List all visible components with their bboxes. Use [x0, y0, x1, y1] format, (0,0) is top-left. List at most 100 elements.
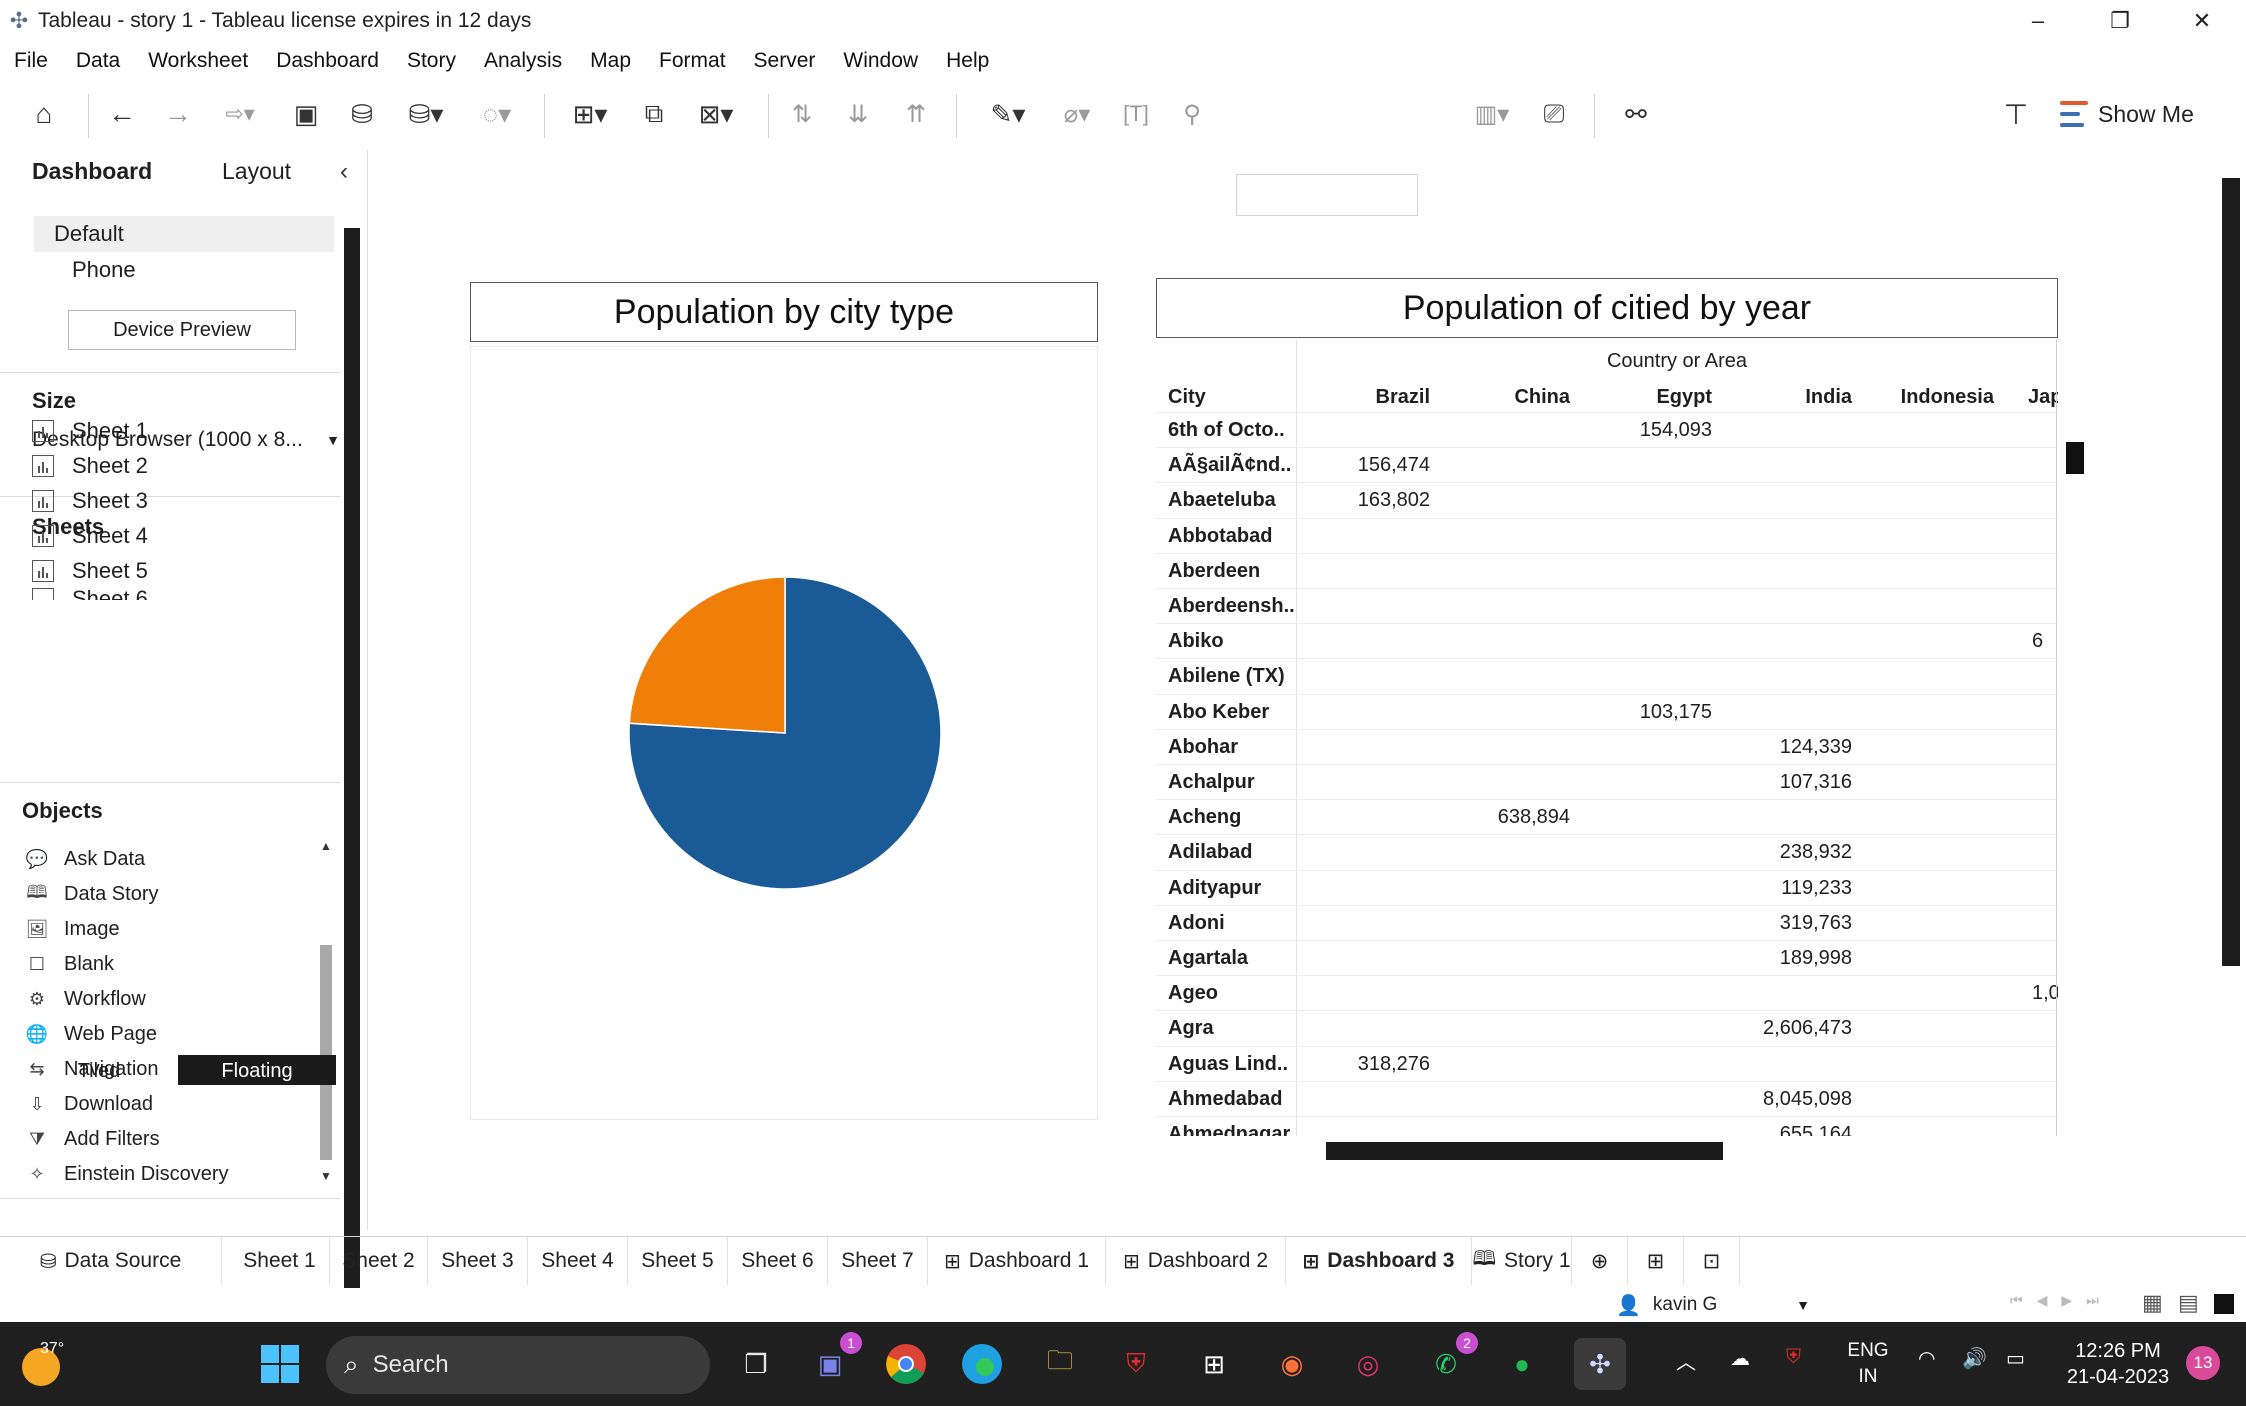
tab-sheet-2[interactable]: Sheet 2 [330, 1237, 428, 1285]
grid-view-icon[interactable]: ▦ [2142, 1290, 2163, 1316]
tab-sheet-1[interactable]: Sheet 1 [230, 1237, 330, 1285]
chrome-icon[interactable] [880, 1338, 932, 1390]
sort-descending-icon[interactable]: ⇈ [894, 92, 938, 136]
population-cell[interactable]: 1,0 [2032, 982, 2058, 1005]
mcafee-icon[interactable]: ⛨ [1110, 1338, 1162, 1390]
back-arrow-icon[interactable]: ← [100, 92, 144, 136]
edge-icon[interactable] [956, 1338, 1008, 1390]
new-worksheet-icon[interactable]: ⊞▾ [558, 92, 622, 136]
scroll-down-icon[interactable]: ▼ [318, 1169, 334, 1183]
population-cell[interactable]: 107,316 [1780, 771, 1852, 794]
menu-story[interactable]: Story [407, 49, 456, 73]
population-cell[interactable]: 189,998 [1780, 947, 1852, 970]
table-row[interactable]: Ahmednagar 655,164 [1156, 1116, 2058, 1136]
tiled-button[interactable]: Tiled [20, 1055, 178, 1085]
menu-map[interactable]: Map [590, 49, 631, 73]
table-row[interactable]: Abo Keber 103,175 [1156, 693, 2058, 729]
taskbar-search[interactable]: ⌕ Search [326, 1336, 710, 1394]
table-row[interactable]: Adityapur 119,233 [1156, 869, 2058, 905]
device-default[interactable]: Default [34, 216, 334, 252]
dashboard-vertical-scrollbar[interactable] [2222, 178, 2240, 966]
table-row[interactable]: Agra 2,606,473 [1156, 1010, 2058, 1045]
menu-file[interactable]: File [14, 49, 48, 73]
forward-arrow-icon[interactable]: → [156, 92, 200, 136]
population-cell[interactable]: 119,233 [1781, 877, 1852, 900]
table-row[interactable]: Adoni 319,763 [1156, 904, 2058, 940]
task-view-icon[interactable]: ❐ [730, 1338, 782, 1390]
sheet-item[interactable]: Sheet 1 [32, 413, 332, 448]
presentation-mode-icon[interactable]: ⎚ [1532, 92, 1576, 136]
sheet-item-partial[interactable]: Sheet 6 [32, 588, 192, 600]
battery-icon[interactable]: ▭ [2006, 1346, 2025, 1371]
whatsapp-icon[interactable]: ✆ 2 [1420, 1332, 1478, 1390]
table-row[interactable]: Abohar 124,339 [1156, 728, 2058, 764]
column-header-japan[interactable]: Japan [2028, 386, 2058, 409]
new-dashboard-tab-icon[interactable]: ⊞ [1628, 1237, 1684, 1285]
menu-data[interactable]: Data [76, 49, 120, 73]
object-data-story[interactable]: 🕮 Data Story [24, 877, 324, 912]
tab-dashboard[interactable]: Dashboard [32, 158, 152, 185]
population-cell[interactable]: 163,802 [1358, 489, 1430, 512]
fit-dropdown[interactable] [1236, 174, 1418, 216]
population-cell[interactable]: 156,474 [1358, 454, 1430, 477]
device-preview-button[interactable]: Device Preview [68, 310, 296, 350]
population-cell[interactable]: 638,894 [1498, 806, 1570, 829]
population-cell[interactable]: 8,045,098 [1763, 1088, 1852, 1111]
crosstab-scroll-thumb[interactable] [2066, 442, 2084, 474]
crosstab-horizontal-scrollbar[interactable] [1326, 1142, 1723, 1160]
spotify-icon[interactable]: ● [1496, 1338, 1548, 1390]
instagram-icon[interactable]: ◎ [1342, 1338, 1394, 1390]
column-header-indonesia[interactable]: Indonesia [1901, 386, 1994, 409]
highlight-icon[interactable]: ✎▾ [976, 92, 1040, 136]
tab-dashboard-1[interactable]: ⊞ Dashboard 1 [928, 1237, 1106, 1285]
pause-updates-icon[interactable]: ⛁▾ [396, 92, 456, 136]
language-indicator[interactable]: ENG IN [1844, 1338, 1892, 1390]
menu-analysis[interactable]: Analysis [484, 49, 562, 73]
wifi-icon[interactable]: ◠ [1918, 1346, 1935, 1371]
show-cards-icon[interactable]: ▥▾ [1460, 92, 1524, 136]
row-header-city[interactable]: City [1168, 386, 1206, 409]
tab-sheet-3[interactable]: Sheet 3 [428, 1237, 528, 1285]
population-cell[interactable]: 319,763 [1780, 912, 1852, 935]
menu-worksheet[interactable]: Worksheet [148, 49, 248, 73]
share-icon[interactable]: ⚯ [1614, 92, 1658, 136]
clock[interactable]: 12:26 PM 21-04-2023 [2058, 1338, 2178, 1390]
new-data-source-icon[interactable]: ⛁ [340, 92, 384, 136]
tab-sheet-4[interactable]: Sheet 4 [528, 1237, 628, 1285]
sheet-item[interactable]: Sheet 3 [32, 483, 332, 518]
weather-widget[interactable]: 37° [22, 1340, 68, 1386]
floating-button[interactable]: Floating [178, 1055, 336, 1085]
object-download[interactable]: ⇩ Download [24, 1087, 324, 1122]
table-row[interactable]: Aberdeen [1156, 552, 2058, 588]
tab-story-1[interactable]: 🕮 Story 1 [1472, 1237, 1572, 1285]
show-mark-labels-icon[interactable]: [T] [1114, 92, 1158, 136]
restore-button[interactable]: ❐ [2080, 0, 2160, 42]
fix-axes-icon[interactable]: ⚲ [1170, 92, 1214, 136]
column-header-india[interactable]: India [1805, 386, 1852, 409]
microsoft-store-icon[interactable]: ⊞ [1188, 1338, 1240, 1390]
security-tray-icon[interactable]: ⛨ [1786, 1346, 1801, 1369]
crosstab[interactable]: Country or Area City Brazil China Egypt Ind… [1156, 340, 2058, 1136]
menu-dashboard[interactable]: Dashboard [276, 49, 379, 73]
tab-sheet-7[interactable]: Sheet 7 [828, 1237, 928, 1285]
minimize-button[interactable]: – [1998, 0, 2078, 42]
menu-help[interactable]: Help [946, 49, 989, 73]
object-add-filters[interactable]: ⧩ Add Filters [24, 1122, 324, 1157]
table-row[interactable]: 6th of Octo.. 154,093 [1156, 412, 2058, 447]
menu-window[interactable]: Window [843, 49, 918, 73]
swap-rows-columns-icon[interactable]: ⇅ [780, 92, 824, 136]
tab-layout[interactable]: Layout [222, 158, 291, 185]
object-image[interactable]: 🖼 Image [24, 912, 324, 947]
population-cell[interactable]: 154,093 [1640, 419, 1712, 442]
column-header-brazil[interactable]: Brazil [1376, 386, 1430, 409]
pie-slice-2[interactable] [628, 576, 786, 734]
population-cell[interactable]: 103,175 [1640, 701, 1712, 724]
population-cell[interactable]: 318,276 [1358, 1053, 1430, 1076]
refresh-icon[interactable]: ◌▾ [462, 92, 532, 136]
teams-icon[interactable]: ▣ 1 [804, 1332, 862, 1390]
firefox-icon[interactable]: ◉ [1266, 1338, 1318, 1390]
table-row[interactable]: Abiko 6 [1156, 623, 2058, 658]
collapse-pane-icon[interactable]: ‹ [340, 158, 348, 186]
population-cell[interactable]: 238,932 [1780, 841, 1852, 864]
new-worksheet-tab-icon[interactable]: ⊕ [1572, 1237, 1628, 1285]
